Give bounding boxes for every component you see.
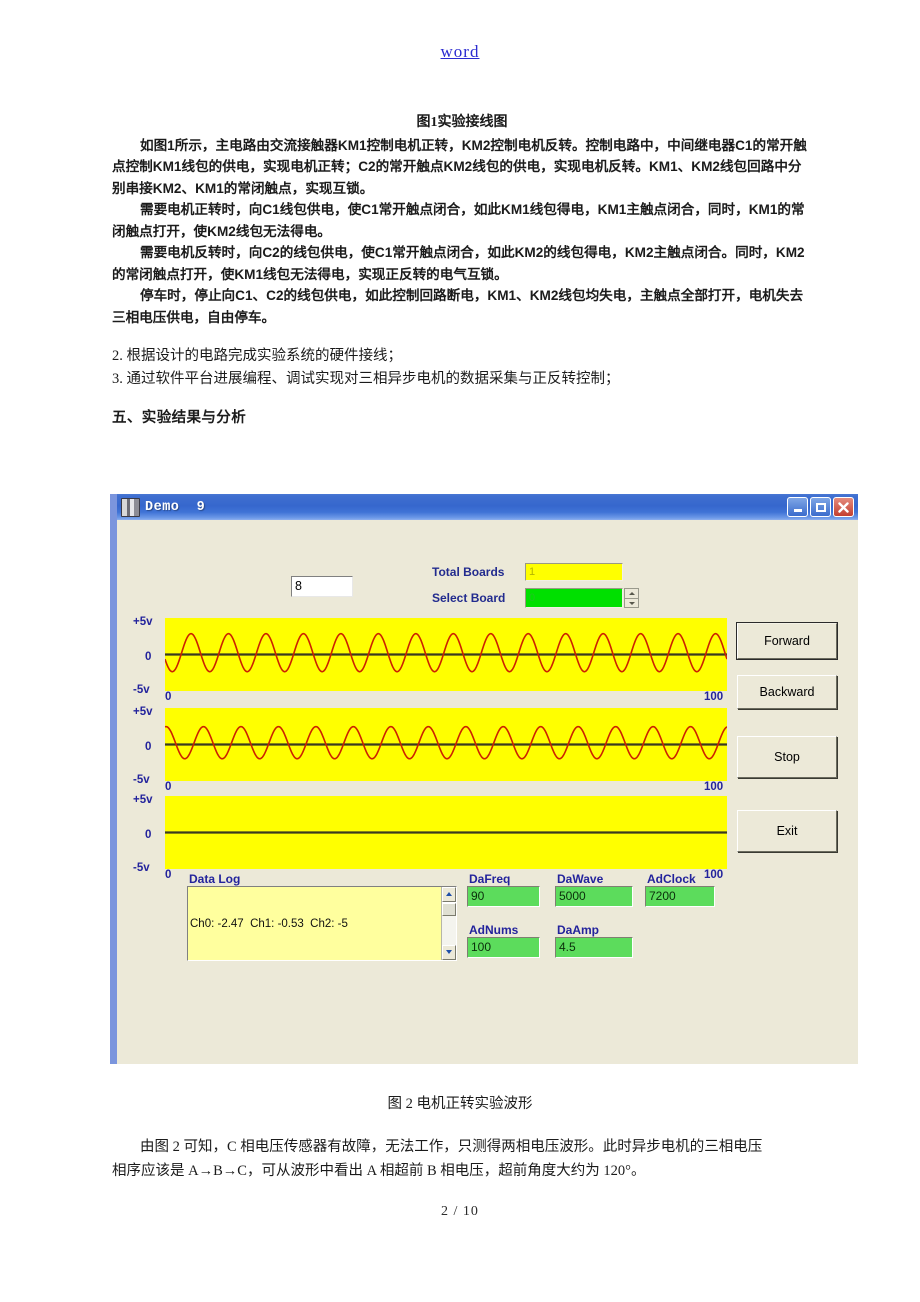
chart-ch0-ytick-max: +5v xyxy=(133,616,153,628)
total-boards-row: Total Boards 1 xyxy=(432,563,623,581)
chart-ch1-ytick-zero: 0 xyxy=(145,741,152,753)
close-icon[interactable] xyxy=(833,497,854,517)
number-input[interactable]: 8 xyxy=(291,576,353,597)
chart-ch0-trace xyxy=(165,632,727,673)
chart-ch1-ytick-max: +5v xyxy=(133,706,153,718)
scroll-up-icon[interactable] xyxy=(442,887,456,902)
dafreq-label: DaFreq xyxy=(469,872,511,886)
chart-ch0-xtick-end: 100 xyxy=(704,691,724,703)
chart-ch2-ytick-zero: 0 xyxy=(145,829,152,841)
select-board-row: Select Board 0 xyxy=(432,588,639,608)
chart-ch1-svg xyxy=(165,725,727,760)
chart-ch0-ytick-zero: 0 xyxy=(145,651,152,663)
chart-ch1-ytick-min: -5v xyxy=(133,774,150,786)
window-controls xyxy=(787,497,856,517)
select-board-field[interactable]: 0 xyxy=(525,588,623,608)
chart-ch0-ytick-min: -5v xyxy=(133,684,150,696)
scrollbar-track[interactable] xyxy=(442,916,456,945)
window-title: Demo 9 xyxy=(145,499,206,515)
chart-ch1-xtick-end: 100 xyxy=(704,781,724,793)
app-icon xyxy=(121,497,140,517)
adclock-field[interactable]: 7200 xyxy=(645,886,715,907)
scrollbar-thumb[interactable] xyxy=(442,903,456,916)
figure1-caption: 图1实验接线图 xyxy=(416,115,508,130)
watermark-text: word xyxy=(440,42,480,61)
figure2-caption: 图 2 电机正转实验波形 xyxy=(387,1096,533,1112)
data-log-list[interactable]: Ch0: -2.47 Ch1: -0.53 Ch2: -5 Ch0: -0.71… xyxy=(188,887,441,960)
paragraph-2: 需要电机正转时，向C1线包供电，使C1常开触点闭合，如此KM1线包得电，KM1主… xyxy=(112,202,805,239)
stop-button[interactable]: Stop xyxy=(737,736,837,778)
total-boards-label: Total Boards xyxy=(432,565,505,579)
chart-ch1-xtick-start: 0 xyxy=(165,781,172,793)
spinner-up-icon[interactable] xyxy=(624,588,639,598)
backward-button[interactable]: Backward xyxy=(737,675,837,709)
chart-ch0-plot-area xyxy=(165,618,727,691)
chart-ch2-plot-area xyxy=(165,796,727,869)
paragraph-1: 如图1所示，主电路由交流接触器KM1控制电机正转，KM2控制电机反转。控制电路中… xyxy=(112,137,807,196)
application-window: Demo 9 8 Total Boards 1 Select Board 0 +… xyxy=(110,494,858,1064)
data-log-box[interactable]: Ch0: -2.47 Ch1: -0.53 Ch2: -5 Ch0: -0.71… xyxy=(187,886,457,961)
chart-ch2-ytick-max: +5v xyxy=(133,794,153,806)
dafreq-field[interactable]: 90 xyxy=(467,886,540,907)
chart-ch0-svg xyxy=(165,632,727,673)
total-boards-field: 1 xyxy=(525,563,623,581)
scroll-down-icon[interactable] xyxy=(442,945,456,960)
dawave-field[interactable]: 5000 xyxy=(555,886,633,907)
chart-ch2-xtick-start: 0 xyxy=(165,869,172,881)
paragraph-3: 需要电机反转时，向C2的线包供电，使C1常开触点闭合，如此KM2的线包得电，KM… xyxy=(112,245,805,282)
adnums-field[interactable]: 100 xyxy=(467,937,540,958)
select-board-label: Select Board xyxy=(432,591,506,605)
window-client-area: 8 Total Boards 1 Select Board 0 +5v 0 -5… xyxy=(117,520,858,1064)
chart-ch1-plot-area xyxy=(165,708,727,781)
chart-ch2-svg xyxy=(165,831,727,834)
chart-ch2-xtick-end: 100 xyxy=(704,869,724,881)
forward-button[interactable]: Forward xyxy=(736,622,838,660)
document-body: 图1实验接线图 如图1所示，主电路由交流接触器KM1控制电机正转，KM2控制电机… xyxy=(112,112,812,430)
section-heading: 五、实验结果与分析 xyxy=(112,410,247,426)
paragraph-4: 停车时，停止向C1、C2的线包供电，如此控制回路断电，KM1、KM2线包均失电，… xyxy=(112,288,804,325)
adnums-label: AdNums xyxy=(469,923,519,937)
step-item-3: 3. 通过软件平台进展编程、调试实现对三相异步电机的数据采集与正反转控制； xyxy=(112,371,620,387)
document-page: word 图1实验接线图 如图1所示，主电路由交流接触器KM1控制电机正转，KM… xyxy=(0,0,920,1302)
dawave-label: DaWave xyxy=(557,872,604,886)
daamp-field[interactable]: 4.5 xyxy=(555,937,633,958)
data-log-scrollbar[interactable] xyxy=(441,887,456,960)
daamp-label: DaAmp xyxy=(557,923,600,937)
list-item: Ch0: -2.47 Ch1: -0.53 Ch2: -5 xyxy=(190,917,348,930)
minimize-icon[interactable] xyxy=(787,497,808,517)
page-number: 2 / 10 xyxy=(441,1204,479,1219)
select-board-spinner[interactable] xyxy=(624,588,639,608)
analysis-line-2: 相序应该是 A→B→C，可从波形中看出 A 相超前 B 相电压，超前角度大约为 … xyxy=(112,1162,646,1179)
adclock-label: AdClock xyxy=(647,872,696,886)
chart-ch1-trace xyxy=(165,725,727,760)
maximize-icon[interactable] xyxy=(810,497,831,517)
data-log-label: Data Log xyxy=(189,872,241,886)
step-item-2: 2. 根据设计的电路完成实验系统的硬件接线； xyxy=(112,348,402,364)
chart-ch2-ytick-min: -5v xyxy=(133,862,150,874)
analysis-paragraph: 由图 2 可知，C 相电压传感器有故障，无法工作，只测得两相电压波形。此时异步电… xyxy=(112,1136,812,1183)
chart-ch0-xtick-start: 0 xyxy=(165,691,172,703)
window-titlebar[interactable]: Demo 9 xyxy=(117,494,858,520)
analysis-line-1: 由图 2 可知，C 相电压传感器有故障，无法工作，只测得两相电压波形。此时异步电… xyxy=(140,1139,763,1155)
spinner-down-icon[interactable] xyxy=(624,597,639,608)
exit-button[interactable]: Exit xyxy=(737,810,837,852)
